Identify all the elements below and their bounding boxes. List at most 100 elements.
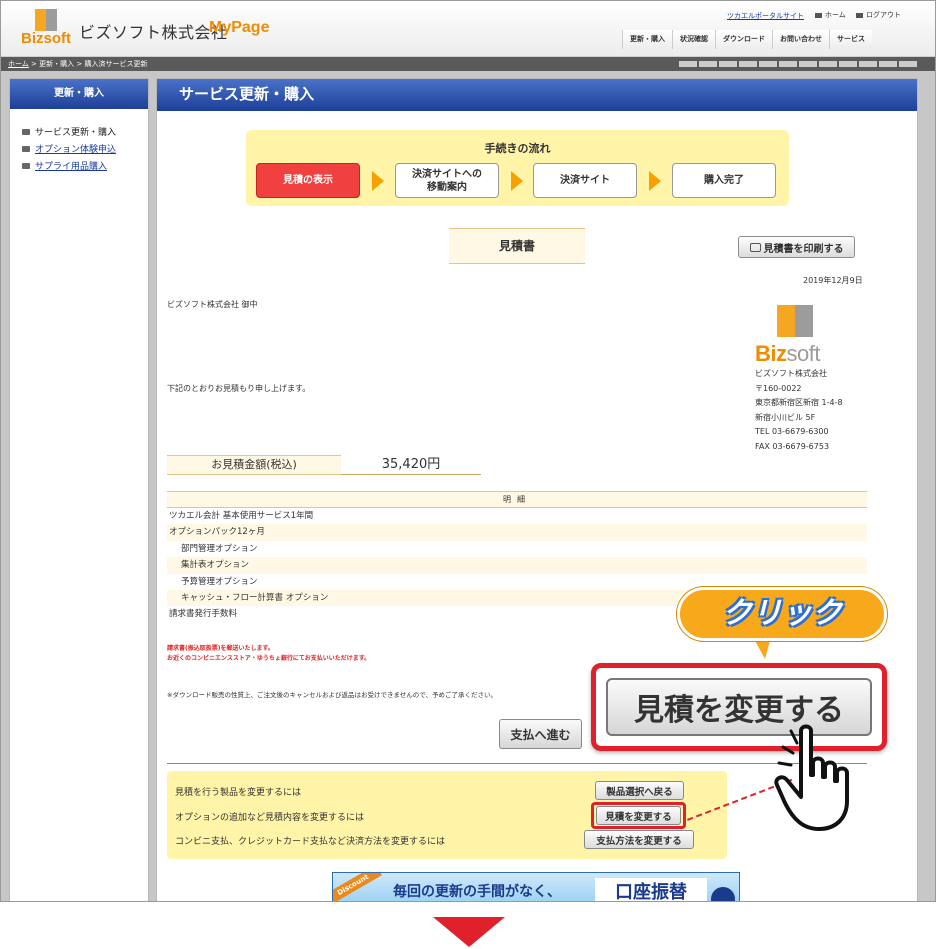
amount-value: 35,420円 — [341, 455, 481, 475]
step-label: 見積の表示 — [283, 175, 333, 186]
bullet-icon — [22, 145, 30, 152]
change-payment-text: コンビニ支払、クレジットカード支払など決済方法を変更するには — [175, 837, 446, 847]
address-line: 〒160-0022 — [755, 383, 802, 393]
table-row: オプションパック12ヶ月 — [167, 524, 867, 541]
invoice-note: 請求書(振込取扱票)を郵送いたします。 お近くのコンビニエンスストア・ゆうちょ銀… — [167, 644, 370, 664]
print-button-label: 見積書を印刷する — [763, 243, 844, 255]
table-row: ツカエル会計 基本使用サービス1年間 — [169, 511, 314, 521]
click-callout-bubble: クリック — [677, 587, 887, 641]
top-navigation: 更新・購入 状況確認 ダウンロード お問い合わせ サービス — [622, 30, 872, 49]
divider — [167, 763, 867, 764]
issuer-address: ビズソフト株式会社 〒160-0022 東京都新宿区新宿 1-4-8 新宿小川ビ… — [755, 367, 843, 454]
change-estimate-text: オプションの追加など見積内容を変更するには — [175, 813, 365, 823]
flow-title: 手続きの流れ — [484, 142, 551, 155]
product-name: MyPage — [209, 19, 270, 36]
nav-service[interactable]: サービス — [829, 30, 872, 49]
breadcrumb-level2: 購入済サービス更新 — [84, 60, 148, 68]
breadcrumb-level1[interactable]: 更新・購入 — [39, 60, 74, 68]
site-header: Bizsoft ビズソフト株式会社 MyPage ツカエルポータルサイト ホーム… — [1, 1, 935, 57]
change-options-box: 見積を行う製品を変更するには 製品選択へ戻る オプションの追加など見積内容を変更… — [167, 771, 727, 859]
breadcrumb-sep: > — [76, 60, 83, 68]
flow-step-move-guide: 決済サイトへの 移動案内 — [395, 163, 499, 198]
nav-download[interactable]: ダウンロード — [715, 30, 772, 49]
amount-label: お見積金額(税込) — [167, 455, 341, 475]
breadcrumb-sep: > — [31, 60, 37, 68]
procedure-flow: 手続きの流れ 見積の表示 決済サイトへの 移動案内 決済サイト 購入完了 — [246, 130, 789, 206]
sidebar-item-option-trial[interactable]: オプション体験申込 — [22, 140, 148, 157]
home-label: ホーム — [825, 11, 846, 19]
logo-main: Biz — [755, 341, 787, 366]
flow-step-estimate: 見積の表示 — [256, 163, 360, 198]
print-estimate-button[interactable]: 見積書を印刷する — [738, 236, 855, 258]
breadcrumb-home[interactable]: ホーム — [8, 60, 29, 68]
proceed-payment-button[interactable]: 支払へ進む — [499, 719, 582, 749]
table-row: 集計表オプション — [167, 557, 867, 574]
nav-contact[interactable]: お問い合わせ — [772, 30, 829, 49]
estimate-date: 2019年12月9日 — [803, 276, 863, 285]
logout-link[interactable]: ログアウト — [856, 10, 901, 20]
address-line: TEL 03-6679-6300 — [755, 427, 829, 436]
logout-label: ログアウト — [866, 11, 901, 19]
logout-icon — [856, 12, 863, 18]
change-payment-button[interactable]: 支払方法を変更する — [584, 830, 694, 849]
account-info-blurred — [679, 61, 919, 67]
sidebar-title: 更新・購入 — [10, 79, 148, 109]
address-line: FAX 03-6679-6753 — [755, 441, 830, 451]
browser-frame: Bizsoft ビズソフト株式会社 MyPage ツカエルポータルサイト ホーム… — [0, 0, 936, 902]
flow-arrow-icon — [372, 171, 384, 191]
estimate-title: 見積書 — [449, 228, 585, 264]
address-line: 新宿小川ビル 5F — [755, 412, 816, 422]
logo-text[interactable]: Bizsoft — [21, 30, 71, 47]
down-arrow-icon — [433, 917, 505, 947]
step-label: 購入完了 — [704, 175, 744, 186]
detail-header: 明細 — [167, 491, 867, 508]
bullet-icon — [22, 128, 30, 135]
logo-sub: soft — [786, 341, 821, 366]
back-to-product-button[interactable]: 製品選択へ戻る — [595, 781, 684, 800]
address-line: 東京都新宿区新宿 1-4-8 — [755, 398, 843, 407]
printer-icon — [749, 242, 761, 252]
intro-text: 下記のとおりお見積もり申し上げます。 — [167, 384, 311, 393]
home-link[interactable]: ホーム — [815, 10, 846, 20]
sidebar-item-label: サプライ用品購入 — [35, 162, 108, 172]
flow-step-complete: 購入完了 — [672, 163, 776, 198]
home-icon — [815, 12, 822, 18]
banner-tag: 口座振替 — [595, 878, 707, 901]
flow-arrow-icon — [649, 171, 661, 191]
addressee: ビズソフト株式会社 御中 — [167, 300, 258, 309]
invoice-note-line: お近くのコンビニエンスストア・ゆうちょ銀行にてお支払いいただけます。 — [167, 655, 371, 662]
callout-text: クリック — [722, 596, 842, 631]
sidebar-item-service-update[interactable]: サービス更新・購入 — [22, 123, 148, 140]
nav-update-purchase[interactable]: 更新・購入 — [622, 30, 672, 49]
bullet-icon — [22, 162, 30, 169]
nav-status[interactable]: 状況確認 — [672, 30, 715, 49]
highlight-frame — [591, 802, 686, 829]
sidebar-item-label: オプション体験申込 — [35, 145, 117, 155]
download-note: ※ダウンロード販売の性質上、ご注文後のキャンセルおよび返品はお受けできませんので… — [167, 691, 497, 699]
breadcrumb-bar: ホーム > 更新・購入 > 購入済サービス更新 — [1, 57, 935, 71]
step-label: 決済サイト — [560, 175, 610, 186]
discount-ribbon: Discount — [333, 873, 382, 901]
flow-step-payment-site: 決済サイト — [533, 163, 637, 198]
direct-debit-banner[interactable]: Discount 毎回の更新の手間がなく、 口座振替 — [332, 872, 740, 901]
bizsoft-logo-icon[interactable] — [35, 9, 57, 31]
pointing-hand-icon — [774, 724, 849, 831]
table-row: 部門管理オプション — [181, 543, 258, 554]
company-name: ビズソフト株式会社 — [79, 23, 228, 42]
address-line: ビズソフト株式会社 — [755, 369, 827, 378]
step-label: 決済サイトへの — [412, 168, 482, 180]
sidebar-list: サービス更新・購入 オプション体験申込 サプライ用品購入 — [10, 109, 148, 174]
sidebar-item-label: サービス更新・購入 — [35, 128, 117, 138]
banner-text: 毎回の更新の手間がなく、 — [393, 884, 561, 900]
banner-arrow-icon — [711, 887, 735, 901]
sidebar-item-supply-purchase[interactable]: サプライ用品購入 — [22, 157, 148, 174]
page-title: サービス更新・購入 — [157, 79, 917, 111]
sidebar: 更新・購入 サービス更新・購入 オプション体験申込 サプライ用品購入 — [9, 78, 149, 901]
portal-site-link[interactable]: ツカエルポータルサイト — [727, 11, 804, 21]
invoice-note-line: 請求書(振込取扱票)を郵送いたします。 — [167, 645, 274, 652]
change-product-text: 見積を行う製品を変更するには — [175, 788, 302, 798]
breadcrumb: ホーム > 更新・購入 > 購入済サービス更新 — [8, 59, 147, 69]
step-label: 移動案内 — [427, 181, 467, 193]
issuer-logo-text: Bizsoft — [755, 341, 820, 367]
flow-arrow-icon — [511, 171, 523, 191]
